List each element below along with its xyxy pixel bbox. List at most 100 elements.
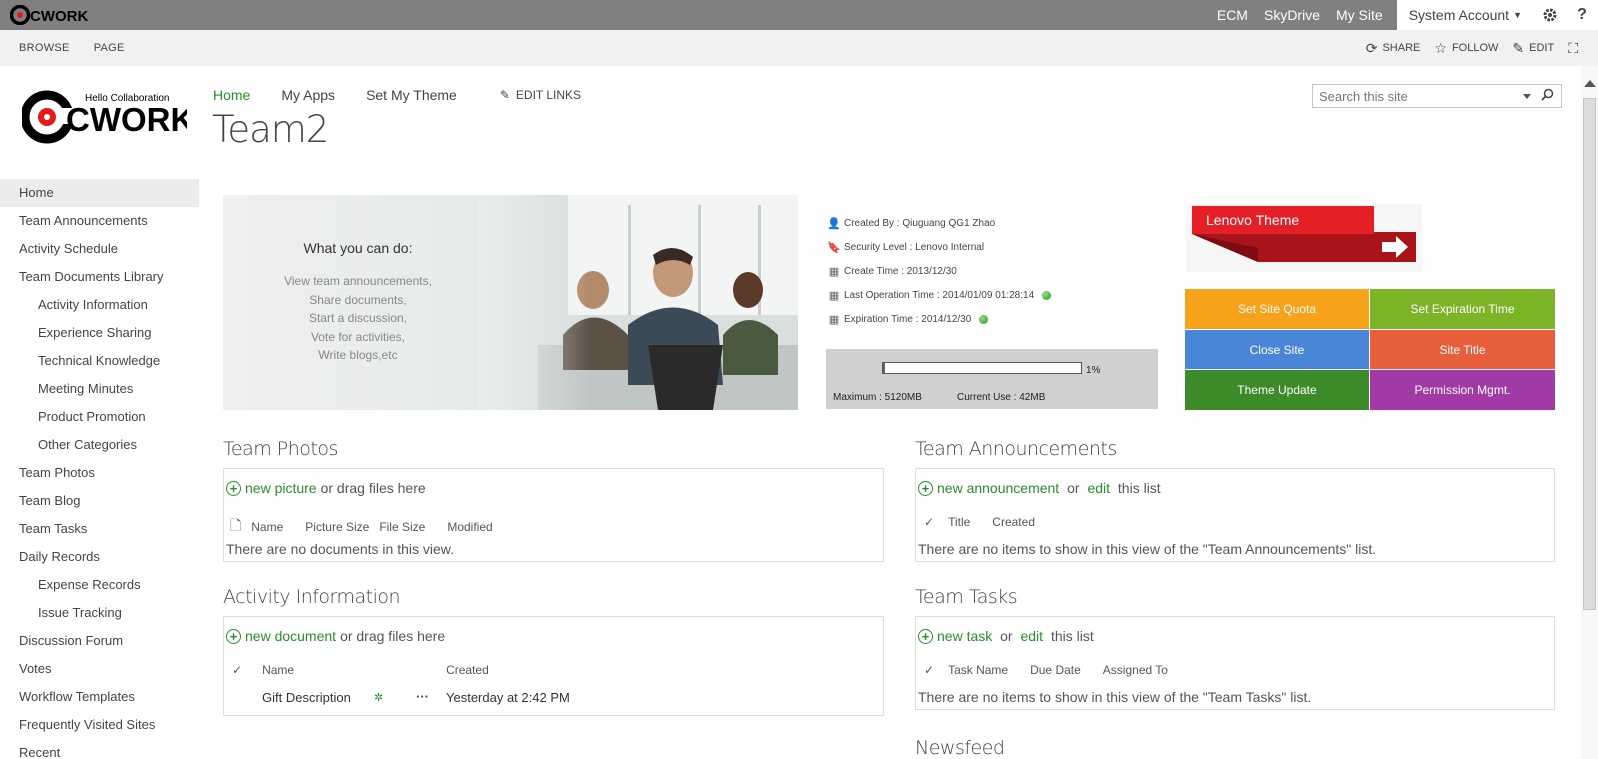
quota-progress-bar — [882, 362, 1082, 374]
user-icon: 👤 — [827, 217, 841, 230]
edit-list-link[interactable]: edit — [1087, 480, 1110, 496]
leftnav-item[interactable]: Experience Sharing — [0, 319, 199, 347]
star-icon: ☆ — [1434, 39, 1447, 56]
follow-button[interactable]: ☆ FOLLOW — [1434, 40, 1498, 57]
share-button[interactable]: ⟳ SHARE — [1366, 40, 1421, 57]
new-item-icon: ✲ — [374, 692, 384, 704]
admin-tile-button[interactable]: Theme Update — [1185, 370, 1369, 410]
scroll-thumb[interactable] — [1583, 98, 1596, 610]
leftnav-item[interactable]: Team Photos — [0, 459, 199, 487]
tab-page[interactable]: PAGE — [94, 42, 125, 54]
topnav-set-my-theme[interactable]: Set My Theme — [366, 87, 457, 103]
col-assigned-to[interactable]: Assigned To — [1103, 663, 1168, 677]
help-icon[interactable]: ? — [1566, 0, 1598, 30]
edit-links-button[interactable]: ✎ EDIT LINKS — [500, 87, 581, 103]
col-name[interactable]: Name — [262, 663, 446, 677]
edit-list-link[interactable]: edit — [1020, 628, 1043, 644]
gear-icon[interactable] — [1534, 0, 1566, 30]
more-options-icon[interactable]: ··· — [416, 689, 429, 704]
add-icon[interactable]: + — [918, 628, 933, 644]
focus-on-content-button[interactable]: ⛶ — [1568, 40, 1578, 57]
suite-link-skydrive[interactable]: SkyDrive — [1256, 0, 1328, 30]
leftnav-item[interactable]: Issue Tracking — [0, 599, 199, 627]
account-menu[interactable]: System Account ▼ — [1396, 0, 1534, 30]
webpart-title[interactable]: Team Announcements — [915, 438, 1555, 460]
col-due-date[interactable]: Due Date — [1030, 663, 1081, 677]
edit-label: EDIT — [1529, 42, 1555, 54]
leftnav-item[interactable]: Team Tasks — [0, 515, 199, 543]
topnav-home[interactable]: Home — [213, 87, 250, 103]
follow-label: FOLLOW — [1451, 42, 1499, 54]
admin-tile-button[interactable]: Set Site Quota — [1185, 289, 1369, 329]
admin-tile-button[interactable]: Close Site — [1185, 330, 1369, 369]
leftnav-item[interactable]: Workflow Templates — [0, 683, 199, 711]
col-title[interactable]: Title — [948, 515, 970, 529]
check-icon[interactable]: ✓ — [232, 663, 242, 677]
suite-link-ecm[interactable]: ECM — [1209, 0, 1256, 30]
leftnav-item[interactable]: Meeting Minutes — [0, 375, 199, 403]
tab-browse[interactable]: BROWSE — [19, 42, 70, 54]
leftnav-item[interactable]: Team Documents Library — [0, 263, 199, 291]
share-label: SHARE — [1382, 42, 1421, 54]
leftnav-item[interactable]: Discussion Forum — [0, 627, 199, 655]
hero-line: Share documents, — [309, 292, 407, 307]
document-name-link[interactable]: Gift Description — [262, 690, 351, 705]
add-icon[interactable]: + — [226, 480, 241, 496]
leftnav-item[interactable]: Technical Knowledge — [0, 347, 199, 375]
admin-tile-button[interactable]: Site Title — [1370, 330, 1555, 369]
col-file-size[interactable]: File Size — [379, 520, 425, 534]
leftnav-item[interactable]: Activity Information — [0, 291, 199, 319]
status-green-dot-icon — [1042, 290, 1052, 300]
calendar-icon: ▦ — [828, 265, 840, 278]
hero-heading: What you can do: — [303, 240, 413, 256]
leftnav-item[interactable]: Recent — [0, 739, 199, 759]
new-task-link[interactable]: new task — [937, 628, 992, 644]
table-row[interactable]: Gift Description ✲ ··· Yesterday at 2:42… — [224, 687, 883, 711]
leftnav-item[interactable]: Team Announcements — [0, 207, 199, 235]
check-icon[interactable]: ✓ — [924, 515, 934, 529]
webpart-title[interactable]: Activity Information — [223, 586, 884, 608]
new-document-link[interactable]: new document — [245, 628, 336, 644]
security-level: Security Level : Lenovo Internal — [844, 241, 985, 253]
admin-tile-button[interactable]: Set Expiration Time — [1370, 289, 1555, 329]
vertical-scrollbar[interactable] — [1581, 66, 1598, 759]
webpart-body: + new announcement or edit this list ✓ T… — [915, 468, 1555, 562]
col-task-name[interactable]: Task Name — [948, 663, 1008, 677]
add-icon[interactable]: + — [918, 480, 933, 496]
check-icon[interactable]: ✓ — [924, 663, 934, 677]
hero-banner: What you can do: View team announcements… — [223, 195, 798, 410]
webpart-title[interactable]: Team Photos — [223, 438, 884, 460]
edit-button[interactable]: ✎ EDIT — [1512, 40, 1554, 57]
leftnav-item[interactable]: Votes — [0, 655, 199, 683]
leftnav-item[interactable]: Home — [0, 179, 199, 207]
leftnav-item[interactable]: Other Categories — [0, 431, 199, 459]
webpart-body: + new task or edit this list ✓ Task Name… — [915, 616, 1555, 710]
suite-logo[interactable]: CWORK — [10, 4, 88, 26]
search-scope-dropdown-icon[interactable] — [1523, 93, 1531, 99]
webpart-title[interactable]: Newsfeed — [915, 737, 1215, 759]
leftnav-item[interactable]: Team Blog — [0, 487, 199, 515]
leftnav-item[interactable]: Daily Records — [0, 543, 199, 571]
col-created[interactable]: Created — [992, 515, 1035, 529]
new-picture-link[interactable]: new picture — [245, 480, 317, 496]
add-icon[interactable]: + — [226, 628, 241, 644]
lenovo-theme-banner[interactable]: Lenovo Theme — [1186, 204, 1422, 272]
col-modified[interactable]: Modified — [447, 520, 492, 534]
col-name[interactable]: Name — [251, 520, 283, 534]
leftnav-item[interactable]: Product Promotion — [0, 403, 199, 431]
leftnav-item[interactable]: Activity Schedule — [0, 235, 199, 263]
search-input[interactable] — [1313, 86, 1513, 106]
col-picture-size[interactable]: Picture Size — [305, 520, 369, 534]
suite-link-mysite[interactable]: My Site — [1328, 0, 1391, 30]
leftnav-item[interactable]: Frequently Visited Sites — [0, 711, 199, 739]
admin-tile-button[interactable]: Permission Mgmt. — [1370, 370, 1555, 410]
storage-quota: 1% Maximum : 5120MB Current Use : 42MB — [826, 349, 1158, 409]
scroll-up-arrow-icon[interactable] — [1584, 80, 1596, 87]
search-icon[interactable] — [1541, 88, 1554, 104]
webpart-title[interactable]: Team Tasks — [915, 586, 1555, 608]
col-created[interactable]: Created — [446, 663, 489, 677]
leftnav-item[interactable]: Expense Records — [0, 571, 199, 599]
topnav-my-apps[interactable]: My Apps — [281, 87, 335, 103]
new-announcement-link[interactable]: new announcement — [937, 480, 1059, 496]
site-logo[interactable]: Hello Collaboration CWORK — [20, 84, 194, 148]
